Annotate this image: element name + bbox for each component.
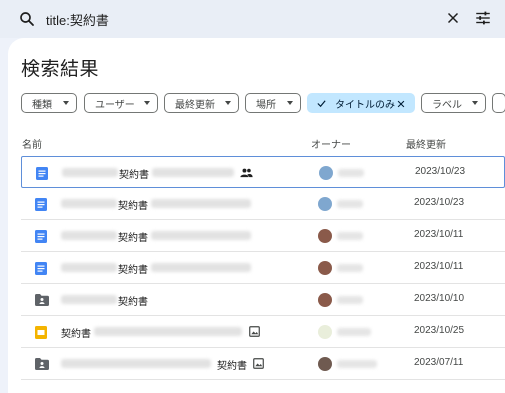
people-icon bbox=[240, 168, 253, 178]
redacted-owner bbox=[337, 232, 363, 240]
owner-avatar bbox=[318, 293, 332, 307]
owner-avatar bbox=[318, 357, 332, 371]
file-row[interactable]: 契約書 2023/10/11 bbox=[21, 220, 505, 252]
owner-avatar bbox=[318, 229, 332, 243]
redacted-text bbox=[61, 199, 117, 208]
tune-icon[interactable] bbox=[474, 9, 492, 27]
column-name[interactable]: 名前 bbox=[22, 136, 42, 151]
check-icon bbox=[317, 99, 326, 107]
search-bar[interactable]: title:契約書 bbox=[0, 0, 505, 38]
redacted-text bbox=[61, 359, 211, 368]
doc-icon bbox=[35, 262, 47, 275]
filter-location[interactable]: 場所 bbox=[245, 93, 301, 113]
redacted-owner bbox=[337, 264, 363, 272]
dropdown-caret-icon bbox=[144, 101, 150, 105]
modified-date: 2023/10/23 bbox=[415, 166, 466, 177]
file-row[interactable]: 契約書 2023/10/23 bbox=[21, 188, 505, 220]
results-panel: 検索結果 種類 ユーザー 最終更新 場所 タイトルのみ ラベル 名前 オーナー … bbox=[8, 38, 505, 393]
file-name: 契約書 bbox=[119, 170, 149, 181]
filter-modified[interactable]: 最終更新 bbox=[164, 93, 239, 113]
file-name: 契約書 bbox=[118, 201, 148, 212]
redacted-text bbox=[152, 168, 234, 177]
doc-icon bbox=[35, 198, 47, 211]
dropdown-caret-icon bbox=[287, 101, 293, 105]
modified-date: 2023/10/10 bbox=[414, 293, 465, 304]
column-owner[interactable]: オーナー bbox=[311, 136, 351, 151]
redacted-text bbox=[151, 199, 251, 208]
page-title: 検索結果 bbox=[21, 59, 100, 80]
redacted-text bbox=[61, 295, 117, 304]
dropdown-caret-icon bbox=[472, 101, 478, 105]
redacted-text bbox=[94, 327, 242, 336]
redacted-text bbox=[61, 263, 117, 272]
file-row[interactable]: 契約書 2023/07/11 bbox=[21, 348, 505, 380]
modified-date: 2023/07/11 bbox=[414, 357, 464, 368]
owner-avatar bbox=[318, 261, 332, 275]
modified-date: 2023/10/25 bbox=[414, 325, 465, 336]
redacted-text bbox=[151, 263, 251, 272]
owner-avatar bbox=[318, 325, 332, 339]
filter-user[interactable]: ユーザー bbox=[84, 93, 158, 113]
filter-type[interactable]: 種類 bbox=[21, 93, 77, 113]
file-row[interactable]: 契約書 2023/10/11 bbox=[21, 252, 505, 284]
redacted-owner bbox=[337, 328, 371, 336]
doc-icon bbox=[36, 167, 48, 180]
redacted-text bbox=[61, 231, 117, 240]
file-name: 契約書 bbox=[61, 329, 91, 340]
search-input[interactable]: title:契約書 bbox=[46, 10, 109, 29]
dropdown-caret-icon bbox=[225, 101, 231, 105]
redacted-owner bbox=[337, 296, 363, 304]
remove-filter-icon[interactable] bbox=[396, 99, 406, 109]
filter-title-only[interactable]: タイトルのみ bbox=[307, 93, 415, 113]
file-name: 契約書 bbox=[118, 265, 148, 276]
shared-folder-icon bbox=[35, 358, 49, 370]
image-icon bbox=[249, 326, 260, 337]
slides-icon bbox=[35, 326, 47, 339]
redacted-owner bbox=[337, 360, 377, 368]
redacted-owner bbox=[337, 200, 363, 208]
file-name: 契約書 bbox=[118, 297, 148, 308]
shared-folder-icon bbox=[35, 294, 49, 306]
filter-more[interactable] bbox=[492, 93, 505, 113]
column-modified[interactable]: 最終更新 bbox=[406, 136, 446, 151]
modified-date: 2023/10/11 bbox=[414, 261, 464, 272]
redacted-owner bbox=[338, 169, 364, 177]
modified-date: 2023/10/23 bbox=[414, 197, 465, 208]
file-row[interactable]: 契約書 2023/10/10 bbox=[21, 284, 505, 316]
file-name: 契約書 bbox=[118, 233, 148, 244]
image-icon bbox=[253, 358, 264, 369]
file-row[interactable]: 契約書 2023/10/25 bbox=[21, 316, 505, 348]
close-icon[interactable] bbox=[444, 9, 462, 27]
owner-avatar bbox=[319, 166, 333, 180]
search-icon[interactable] bbox=[18, 10, 36, 28]
doc-icon bbox=[35, 230, 47, 243]
dropdown-caret-icon bbox=[63, 101, 69, 105]
file-name: 契約書 bbox=[217, 361, 247, 372]
file-row[interactable]: 契約書 2023/10/23 bbox=[21, 156, 505, 188]
modified-date: 2023/10/11 bbox=[414, 229, 464, 240]
owner-avatar bbox=[318, 197, 332, 211]
redacted-text bbox=[151, 231, 251, 240]
redacted-text bbox=[62, 168, 118, 177]
filter-label[interactable]: ラベル bbox=[421, 93, 486, 113]
